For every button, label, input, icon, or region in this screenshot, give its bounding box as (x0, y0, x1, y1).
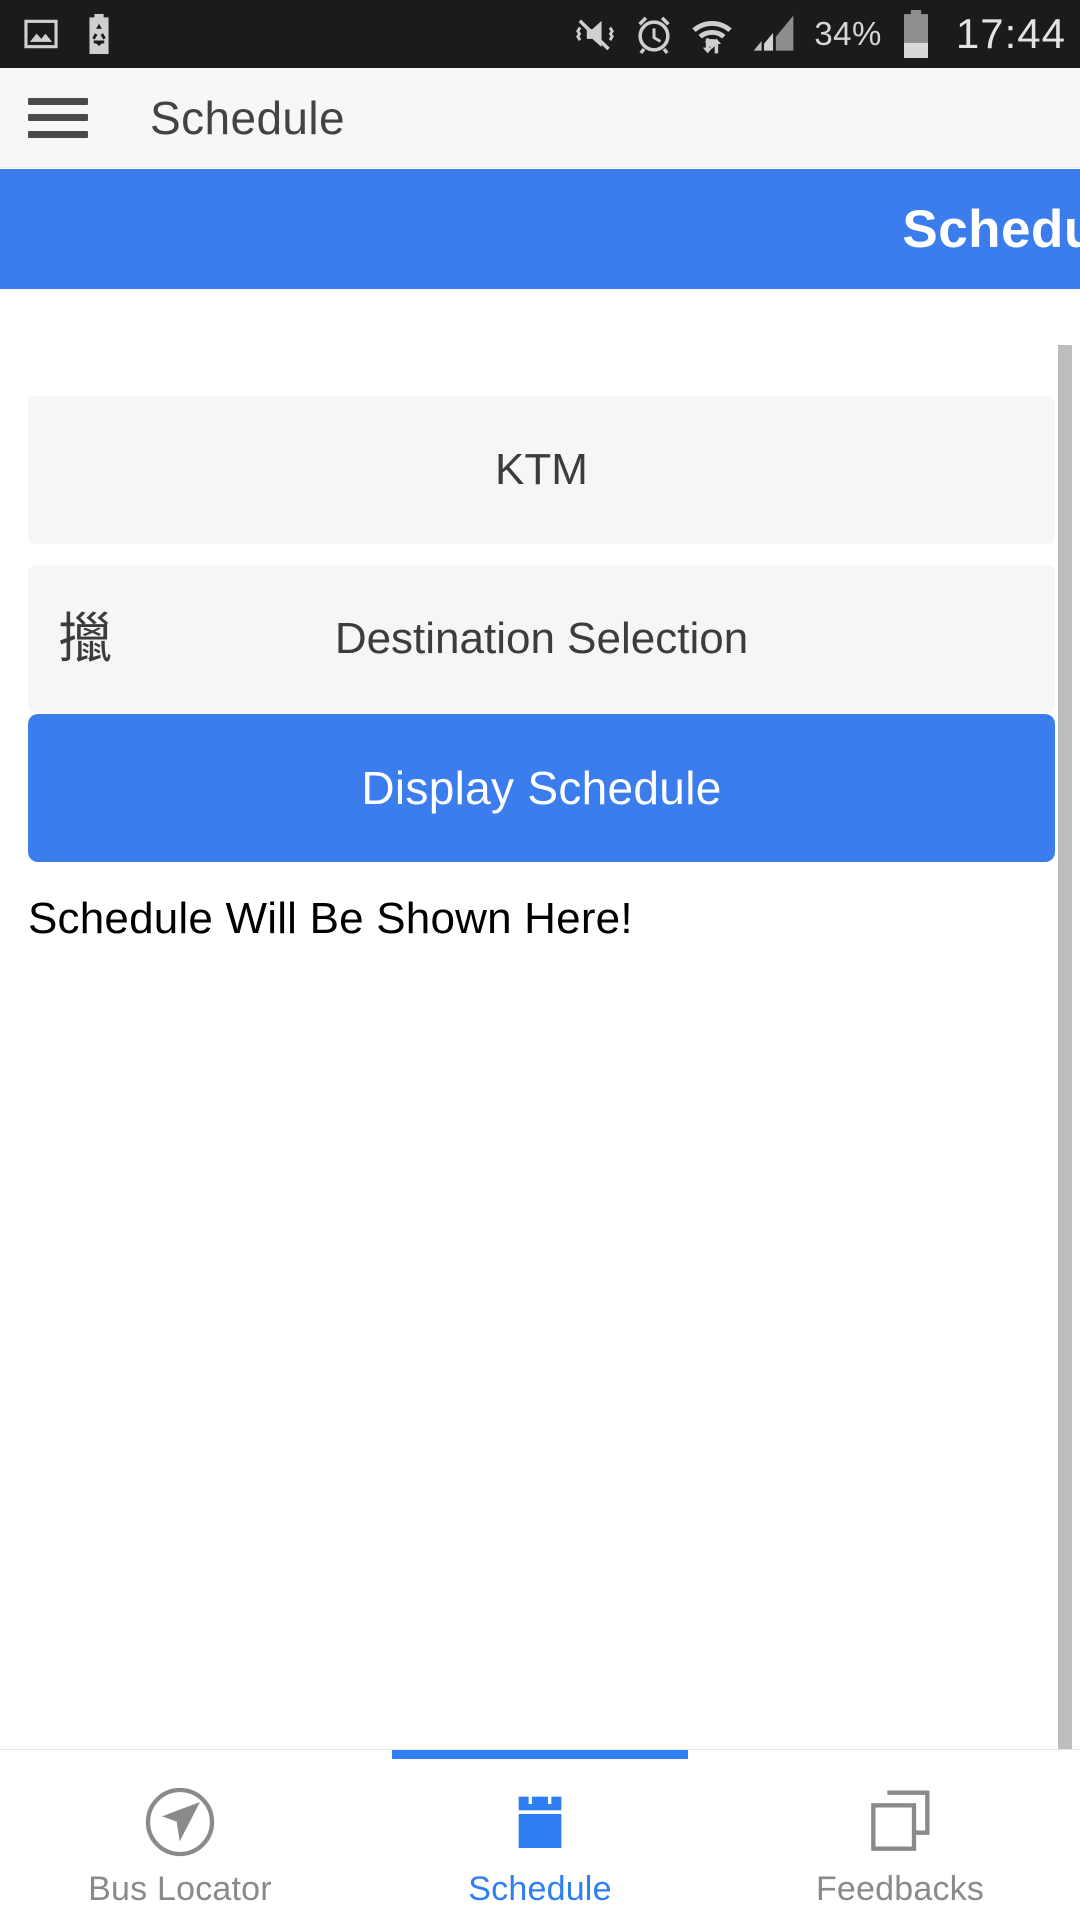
page-title: Schedule (150, 91, 346, 144)
content-area: KTM 擸 Destination Selection Display Sche… (0, 289, 1080, 1761)
battery-icon (903, 10, 928, 58)
image-icon (24, 19, 58, 49)
schedule-banner: Schedule (0, 169, 1080, 289)
nav-label-feedbacks: Feedbacks (815, 1870, 985, 1908)
signal-bars-icon (754, 15, 794, 51)
destination-selection-field[interactable]: 擸 Destination Selection (28, 565, 1055, 713)
nav-item-feedbacks[interactable]: Feedbacks (720, 1750, 1080, 1920)
nav-label-bus-locator: Bus Locator (88, 1870, 272, 1908)
wifi-data-icon (692, 21, 732, 54)
status-bar-right-icons: 34% 17:44 (572, 10, 1066, 58)
nav-item-schedule[interactable]: Schedule (360, 1750, 720, 1920)
destination-value: Destination Selection (334, 614, 749, 663)
app-root: 34% 17:44 Schedule Schedule KTM 擸 Destin… (0, 0, 1080, 1920)
battery-percentage-label: 34% (814, 15, 882, 52)
clock-label: 17:44 (955, 10, 1066, 57)
active-tab-indicator (392, 1750, 688, 1759)
nav-item-bus-locator[interactable]: Bus Locator (0, 1750, 360, 1920)
status-bar-left-icons (22, 14, 116, 54)
status-bar: 34% 17:44 (0, 0, 1080, 68)
calendar-icon (500, 1778, 580, 1866)
nav-label-schedule: Schedule (468, 1870, 612, 1908)
app-bar: Schedule (0, 68, 1080, 168)
display-schedule-button[interactable]: Display Schedule (28, 714, 1055, 862)
destination-glyph-icon: 擸 (58, 607, 112, 670)
battery-saver-icon (89, 14, 109, 54)
alarm-clock-icon (638, 16, 670, 54)
schedule-result-text: Schedule Will Be Shown Here! (28, 894, 633, 943)
scrollbar-thumb[interactable] (1058, 345, 1072, 1761)
origin-selection-field[interactable]: KTM (28, 396, 1055, 544)
origin-value: KTM (495, 445, 588, 494)
navigation-compass-icon (140, 1778, 220, 1866)
vibrate-mute-icon (576, 19, 615, 51)
bottom-navigation-bar: Bus Locator Schedule Feedbacks (0, 1749, 1080, 1920)
copy-pages-icon (860, 1778, 940, 1866)
hamburger-menu-icon[interactable] (28, 97, 88, 138)
banner-title: Schedule (902, 199, 1080, 259)
